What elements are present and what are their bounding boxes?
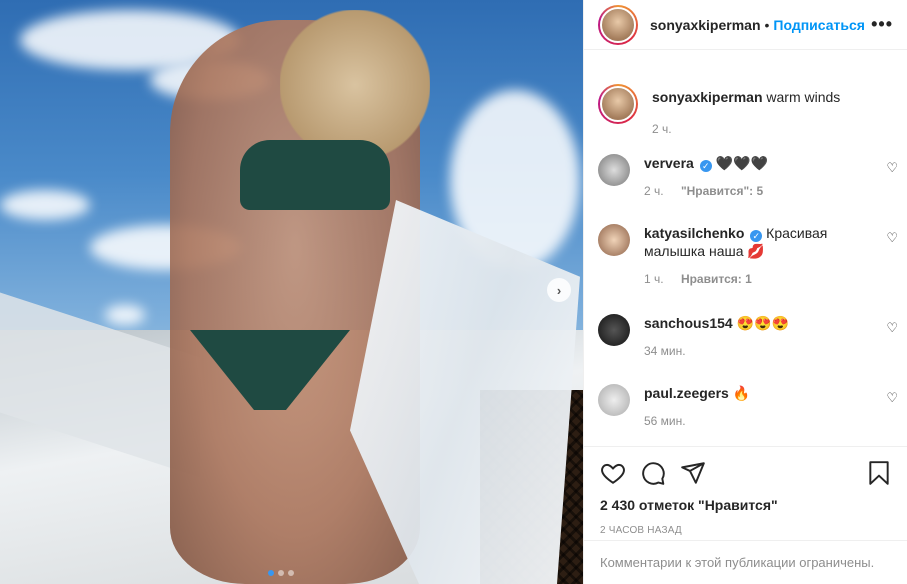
comment-likes[interactable]: Нравится: 1 (681, 272, 752, 286)
comment-icon[interactable] (640, 460, 666, 486)
post-sidebar: sonyaxkiperman • Подписаться ••• sonyaxk… (583, 0, 907, 584)
cloud (0, 190, 90, 220)
comment-time[interactable]: 34 мин. (644, 344, 686, 358)
carousel-next-button[interactable]: › (547, 278, 571, 302)
list-item: sanchous154 😍😍😍 34 мин. ♡ (598, 314, 898, 360)
comment-avatar[interactable] (598, 314, 630, 346)
caption-avatar[interactable] (598, 84, 638, 124)
verified-badge-icon: ✓ (750, 230, 763, 242)
comment-text: 🖤🖤🖤 (715, 155, 768, 171)
swimsuit-top (240, 140, 390, 210)
comment-time[interactable]: 2 ч. (644, 184, 664, 198)
like-comment-icon[interactable]: ♡ (886, 390, 898, 406)
likes-count[interactable]: 2 430 отметок "Нравится" (600, 497, 892, 513)
post-actions: 2 430 отметок "Нравится" 2 часов назад (584, 446, 907, 536)
caption-text: warm winds (766, 89, 841, 105)
carousel-dot-active (268, 570, 274, 576)
comment-time[interactable]: 1 ч. (644, 272, 664, 286)
carousel-dots (268, 570, 294, 576)
post-photo[interactable]: › (0, 0, 583, 584)
comment-text: 🔥 (732, 385, 751, 401)
like-comment-icon[interactable]: ♡ (886, 320, 898, 336)
author-username[interactable]: sonyaxkiperman (650, 17, 761, 33)
chevron-right-icon: › (556, 282, 562, 298)
person-hair (280, 10, 430, 160)
more-options-icon[interactable]: ••• (871, 14, 893, 35)
comments-restricted-notice: Комментарии к этой публикации ограничены… (584, 540, 907, 584)
follow-button[interactable]: Подписаться (773, 17, 865, 33)
comment-username[interactable]: katyasilchenko (644, 225, 744, 241)
comment-avatar[interactable] (598, 154, 630, 186)
verified-badge-icon: ✓ (699, 160, 712, 172)
caption: sonyaxkiperman warm winds 2 ч. (598, 84, 898, 138)
comment-avatar[interactable] (598, 384, 630, 416)
comment-avatar[interactable] (598, 224, 630, 256)
comment-text: 😍😍😍 (736, 315, 789, 331)
comments-list: sonyaxkiperman warm winds 2 ч. ververa ✓… (584, 50, 907, 446)
like-comment-icon[interactable]: ♡ (886, 230, 898, 246)
post-header: sonyaxkiperman • Подписаться ••• (584, 0, 907, 50)
comment-username[interactable]: ververa (644, 155, 694, 171)
heart-icon[interactable] (600, 460, 626, 486)
comment-username[interactable]: paul.zeegers (644, 385, 729, 401)
cloud (105, 305, 145, 325)
bookmark-icon[interactable] (866, 460, 892, 486)
author-avatar[interactable] (598, 4, 638, 45)
caption-time[interactable]: 2 ч. (652, 122, 672, 136)
post-timestamp[interactable]: 2 часов назад (600, 525, 892, 536)
comment-username[interactable]: sanchous154 (644, 315, 733, 331)
list-item: paul.zeegers 🔥 56 мин. ♡ (598, 384, 898, 430)
share-icon[interactable] (680, 460, 706, 486)
list-item: ververa ✓ 🖤🖤🖤 2 ч. "Нравится": 5 ♡ (598, 154, 898, 200)
separator-dot: • (764, 16, 770, 33)
caption-username[interactable]: sonyaxkiperman (652, 89, 763, 105)
carousel-dot (288, 570, 294, 576)
comment-time[interactable]: 56 мин. (644, 414, 686, 428)
carousel-dot (278, 570, 284, 576)
list-item: katyasilchenko ✓ Красивая малышка наша 💋… (598, 224, 898, 288)
like-comment-icon[interactable]: ♡ (886, 160, 898, 176)
comment-likes[interactable]: "Нравится": 5 (681, 184, 763, 198)
